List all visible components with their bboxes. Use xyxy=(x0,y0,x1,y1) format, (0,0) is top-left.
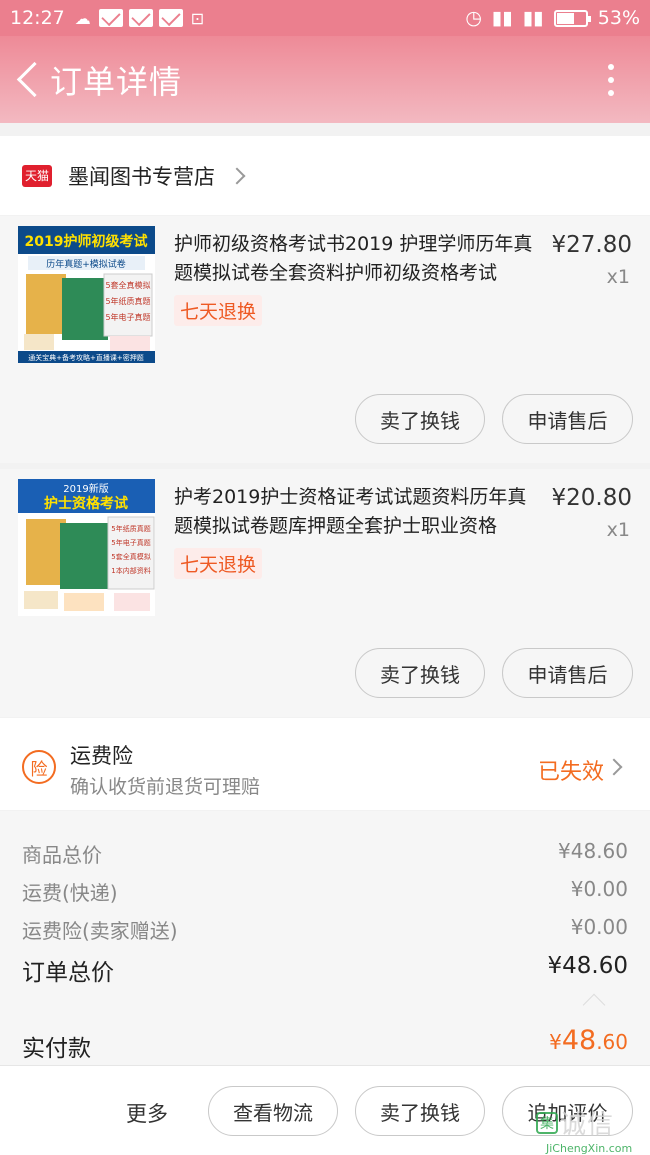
shop-name: 墨闻图书专营店 xyxy=(68,164,215,189)
svg-text:通关宝典+备考攻略+直播课+密押题: 通关宝典+备考攻略+直播课+密押题 xyxy=(28,353,144,362)
return-policy-badge: 七天退换 xyxy=(174,548,263,579)
summary-label: 运费(快递) xyxy=(22,881,118,905)
tmall-icon: 天猫 xyxy=(22,164,52,187)
paid-amount-int: 48 xyxy=(561,1025,597,1056)
svg-text:5套全真模拟: 5套全真模拟 xyxy=(111,552,150,561)
paid-label: 实付款 xyxy=(22,1036,91,1062)
shipping-insurance-row[interactable]: 险 运费险 确认收货前退货可理赔 已失效 xyxy=(0,718,650,810)
watermark-logo: 集 xyxy=(536,1111,558,1134)
chevron-right-icon xyxy=(228,167,246,184)
price-summary: 商品总价 ¥48.60 运费(快递) ¥0.00 运费险(卖家赠送) ¥0.00… xyxy=(0,811,650,1005)
paid-amount-dec: .60 xyxy=(596,1030,628,1054)
watermark-text: 诚信 xyxy=(560,1110,615,1140)
insurance-status: 已失效 xyxy=(537,760,604,785)
app-header: 订单详情 xyxy=(0,36,650,123)
svg-text:1本内部资料: 1本内部资料 xyxy=(111,566,150,575)
svg-text:5年电子真题: 5年电子真题 xyxy=(105,312,150,322)
order-item[interactable]: 2019新版 护士资格考试 5年纸质真题 5年电子真题 5套全真模拟 1本内部资… xyxy=(0,469,650,717)
order-total-value: ¥48.60 xyxy=(547,953,628,979)
order-item[interactable]: 2019护师初级考试 历年真题+模拟试卷 5套全真模拟 5年纸质真题 5年电子真… xyxy=(0,216,650,463)
summary-label: 商品总价 xyxy=(22,843,102,867)
summary-row: 运费(快递) ¥0.00 xyxy=(22,877,628,906)
product-thumbnail[interactable]: 2019护师初级考试 历年真题+模拟试卷 5套全真模拟 5年纸质真题 5年电子真… xyxy=(18,226,155,363)
battery-icon xyxy=(553,9,591,27)
mail-icon xyxy=(158,9,183,27)
alarm-icon: ◷ xyxy=(465,7,482,29)
thumb-title: 2019护师初级考试 xyxy=(25,233,148,250)
sell-button[interactable]: 卖了换钱 xyxy=(355,394,485,444)
page-title: 订单详情 xyxy=(50,62,183,101)
insurance-subtitle: 确认收货前退货可理赔 xyxy=(70,776,261,798)
insurance-icon: 险 xyxy=(22,750,56,784)
after-sale-button[interactable]: 申请售后 xyxy=(502,394,633,444)
summary-row: 运费险(卖家赠送) ¥0.00 xyxy=(22,915,628,944)
svg-text:5套全真模拟: 5套全真模拟 xyxy=(105,280,150,290)
notification-more-icon: ⊡ xyxy=(190,8,205,28)
weather-icon: ☁ xyxy=(74,8,91,28)
more-button[interactable]: 更多 xyxy=(126,1098,168,1128)
after-sale-button[interactable]: 申请售后 xyxy=(502,648,633,698)
order-total-label: 订单总价 xyxy=(22,960,114,986)
summary-value: ¥48.60 xyxy=(558,839,628,863)
svg-text:历年真题+模拟试卷: 历年真题+模拟试卷 xyxy=(46,258,126,270)
summary-value: ¥0.00 xyxy=(570,877,628,901)
product-price: ¥20.80 xyxy=(551,485,632,511)
insurance-title: 运费险 xyxy=(70,744,133,768)
product-title[interactable]: 护考2019护士资格证考试试题资料历年真题模拟试卷题库押题全套护士职业资格 xyxy=(174,483,536,541)
back-icon[interactable] xyxy=(10,55,50,105)
sell-button[interactable]: 卖了换钱 xyxy=(355,1086,485,1136)
svg-text:5年电子真题: 5年电子真题 xyxy=(111,538,150,547)
more-options-icon[interactable] xyxy=(608,63,614,96)
paid-amount: ¥48.60 xyxy=(549,1025,628,1056)
svg-text:2019新版: 2019新版 xyxy=(63,482,108,495)
shop-row[interactable]: 天猫 墨闻图书专营店 xyxy=(0,136,650,215)
signal-icon: ▮▮ xyxy=(491,7,513,29)
status-time: 12:27 xyxy=(10,7,65,29)
svg-text:5年纸质真题: 5年纸质真题 xyxy=(111,524,150,533)
summary-value: ¥0.00 xyxy=(570,915,628,939)
mail-icon xyxy=(98,9,123,27)
svg-text:护士资格考试: 护士资格考试 xyxy=(44,495,128,512)
product-quantity: x1 xyxy=(606,266,630,288)
product-title[interactable]: 护师初级资格考试书2019 护理学师历年真题模拟试卷全套资料护师初级资格考试 xyxy=(174,230,536,288)
order-total-row: 订单总价 ¥48.60 xyxy=(22,953,628,987)
summary-row: 商品总价 ¥48.60 xyxy=(22,839,628,868)
product-thumbnail[interactable]: 2019新版 护士资格考试 5年纸质真题 5年电子真题 5套全真模拟 1本内部资… xyxy=(18,479,155,616)
chevron-right-icon xyxy=(605,758,623,776)
return-policy-badge: 七天退换 xyxy=(174,295,263,326)
network-icon: ▮▮ xyxy=(522,7,544,29)
status-right: ◷ ▮▮ ▮▮ 53% xyxy=(465,7,640,29)
sell-button[interactable]: 卖了换钱 xyxy=(355,648,485,698)
battery-percent: 53% xyxy=(597,7,640,29)
mail-icon xyxy=(128,9,153,27)
summary-label: 运费险(卖家赠送) xyxy=(22,919,178,943)
paid-amount-row: 实付款 ¥48.60 xyxy=(0,993,650,1065)
paid-currency: ¥ xyxy=(549,1030,562,1054)
watermark-subtext: JiChengXin.com xyxy=(546,1142,633,1155)
view-logistics-button[interactable]: 查看物流 xyxy=(208,1086,338,1136)
product-price: ¥27.80 xyxy=(551,232,632,258)
product-quantity: x1 xyxy=(606,519,630,541)
watermark: 集 诚信 JiChengXin.com xyxy=(536,1104,632,1155)
svg-text:5年纸质真题: 5年纸质真题 xyxy=(105,296,150,306)
status-bar: 12:27 ☁ ⊡ ◷ ▮▮ ▮▮ 53% xyxy=(0,0,650,36)
